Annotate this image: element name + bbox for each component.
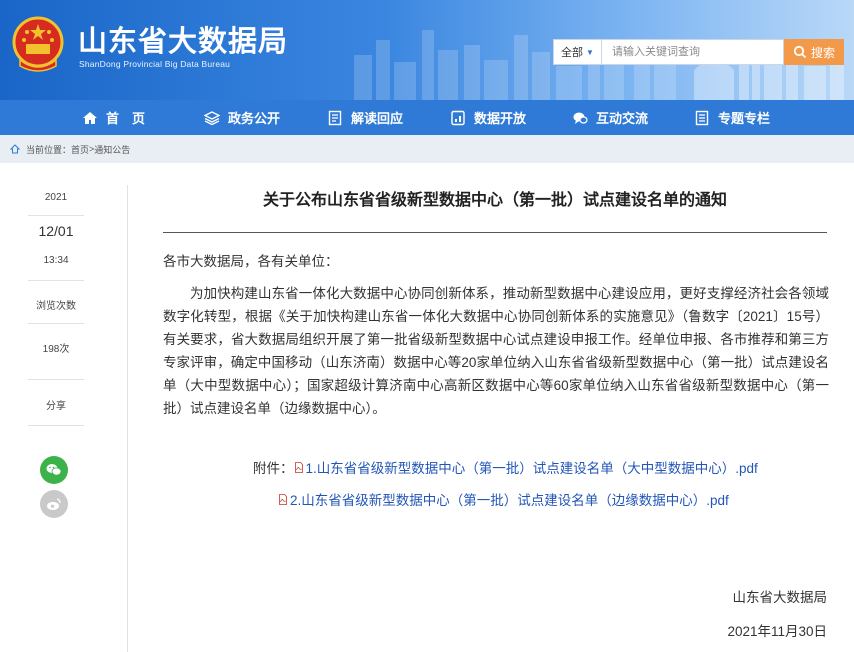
article-body: 为加快构建山东省一体化大数据中心协同创新体系，推动新型数据中心建设应用，更好支撑…	[163, 286, 829, 416]
nav-item-interpretation[interactable]: 解读回应	[327, 100, 403, 135]
search-bar: 全部 ▼ 搜索	[553, 39, 844, 65]
pdf-icon	[294, 461, 303, 473]
home-icon	[83, 111, 97, 124]
site-subtitle: ShanDong Provincial Big Data Bureau	[79, 59, 231, 69]
article-signature: 山东省大数据局	[732, 590, 828, 605]
views-label: 浏览次数	[36, 301, 76, 312]
breadcrumb: 当前位置： 首页 > 通知公告	[0, 135, 854, 163]
site-title[interactable]: 山东省大数据局	[78, 18, 288, 60]
search-input[interactable]	[601, 39, 784, 65]
document-icon	[328, 110, 342, 125]
nav-item-label: 专题专栏	[718, 111, 771, 126]
article-salutation: 各市大数据局，各有关单位：	[163, 254, 339, 269]
divider	[28, 379, 84, 380]
publish-year: 2021	[44, 192, 68, 203]
nav-item-label: 互动交流	[596, 111, 649, 126]
nav-item-label: 解读回应	[351, 111, 404, 126]
divider	[28, 280, 84, 281]
divider	[28, 323, 84, 324]
home-icon	[10, 144, 20, 154]
divider	[28, 215, 84, 216]
layers-icon	[204, 110, 220, 125]
search-scope-label: 全部	[561, 47, 584, 59]
nav-item-label: 政务公开	[228, 111, 281, 126]
weibo-icon	[47, 498, 61, 510]
publish-date: 12/01	[38, 223, 74, 239]
nav-item-open-data[interactable]: 数据开放	[450, 100, 526, 135]
breadcrumb-current-link[interactable]: 通知公告	[94, 143, 130, 156]
attachment-2: 2.山东省省级新型数据中心（第一批）试点建设名单（边缘数据中心）.pdf	[278, 489, 729, 509]
views-count: 198次	[42, 344, 70, 355]
title-rule	[163, 232, 827, 233]
chat-icon	[573, 112, 588, 124]
attachment-link-1[interactable]: 1.山东省省级新型数据中心（第一批）试点建设名单（大中型数据中心）.pdf	[306, 457, 758, 477]
search-button-label: 搜索	[810, 45, 835, 60]
nav-item-gov-affairs[interactable]: 政务公开	[204, 100, 280, 135]
wechat-icon	[46, 464, 62, 476]
pdf-icon	[279, 493, 287, 505]
nav-item-label: 数据开放	[474, 111, 527, 126]
data-icon	[451, 110, 465, 125]
national-emblem-icon	[12, 16, 64, 72]
search-button[interactable]: 搜索	[784, 39, 844, 65]
divider	[28, 425, 84, 426]
attachment-1: 附件： 1.山东省省级新型数据中心（第一批）试点建设名单（大中型数据中心）.pd…	[253, 457, 758, 477]
nav-item-label: 首 页	[106, 111, 146, 126]
main-nav: 首 页 政务公开 解读回应 数据开放 互动交流 专题专栏	[0, 100, 854, 135]
search-icon	[793, 45, 807, 59]
attachments-label: 附件：	[253, 461, 294, 476]
attachment-link-2[interactable]: 2.山东省省级新型数据中心（第一批）试点建设名单（边缘数据中心）.pdf	[290, 489, 729, 509]
site-header: 山东省大数据局 ShanDong Provincial Big Data Bur…	[0, 0, 854, 100]
article-sign-date: 2021年11月30日	[727, 624, 827, 639]
nav-item-home[interactable]: 首 页	[82, 100, 145, 135]
list-icon	[695, 110, 709, 125]
wechat-share-button[interactable]	[40, 456, 68, 484]
publish-time: 13:34	[43, 255, 69, 266]
breadcrumb-home-link[interactable]: 首页	[71, 143, 89, 156]
article-meta: 2021 12/01 13:34 浏览次数 198次 分享	[0, 163, 112, 652]
share-label: 分享	[46, 401, 66, 412]
column-divider	[127, 185, 128, 652]
article-title: 关于公布山东省省级新型数据中心（第一批）试点建设名单的通知	[262, 192, 727, 209]
weibo-share-button[interactable]	[40, 490, 68, 518]
search-scope-select[interactable]: 全部 ▼	[553, 39, 601, 65]
nav-item-special[interactable]: 专题专栏	[694, 100, 770, 135]
caret-down-icon: ▼	[586, 47, 594, 57]
breadcrumb-prefix: 当前位置：	[26, 144, 72, 155]
nav-item-interaction[interactable]: 互动交流	[572, 100, 648, 135]
